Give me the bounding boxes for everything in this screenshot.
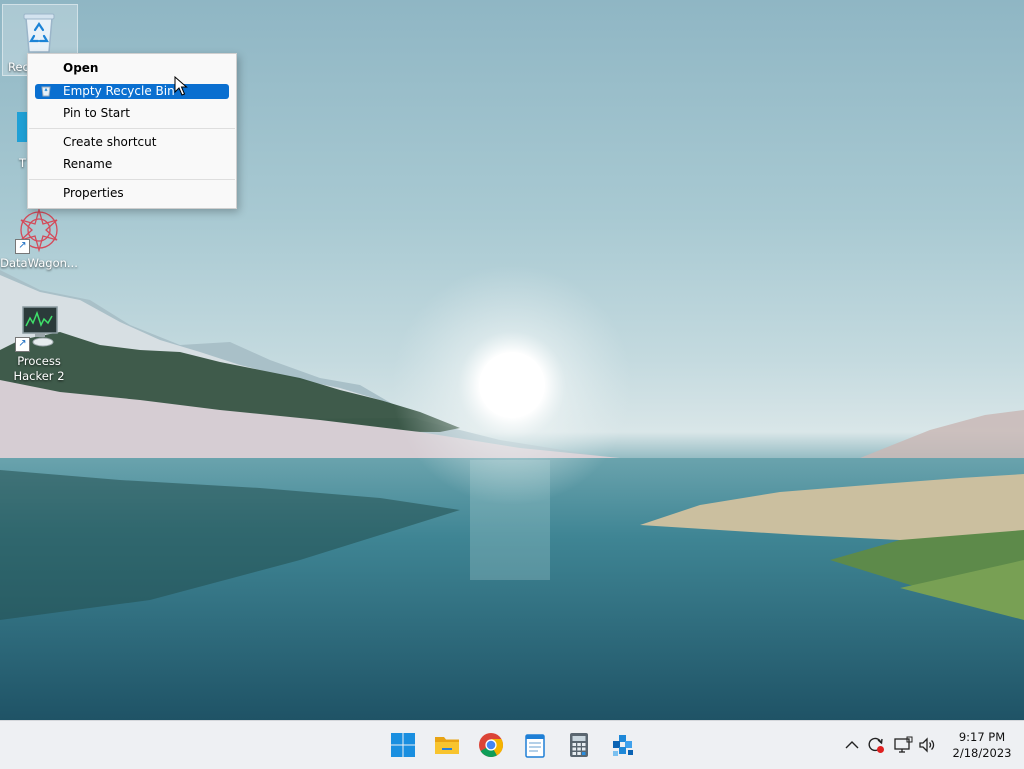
- menu-item-label: Rename: [63, 157, 113, 171]
- taskbar-file-explorer[interactable]: [433, 731, 461, 759]
- desktop-icon-datawagon[interactable]: ↗ DataWagon...: [0, 206, 78, 271]
- clock-time: 9:17 PM: [958, 730, 1006, 744]
- menu-item-rename[interactable]: Rename: [35, 157, 229, 172]
- file-explorer-icon: [435, 737, 459, 754]
- taskbar-calculator[interactable]: [565, 731, 593, 759]
- menu-item-label: Open: [63, 61, 99, 75]
- menu-item-label: Empty Recycle Bin: [63, 84, 175, 98]
- menu-item-open[interactable]: Open: [35, 61, 229, 76]
- chrome-icon: [479, 733, 503, 758]
- windows-start-icon: [391, 733, 415, 757]
- shortcut-arrow-icon: ↗: [15, 239, 30, 254]
- taskbar-clock[interactable]: 9:17 PM 2/18/2023: [944, 729, 1020, 761]
- desktop-icon-label: Process Hacker 2: [13, 354, 65, 383]
- menu-item-pin-to-start[interactable]: Pin to Start: [35, 106, 229, 121]
- taskbar-notepad[interactable]: [521, 731, 549, 759]
- taskbar-azure-data[interactable]: [609, 731, 637, 759]
- desktop-icon-label: Rec: [8, 60, 29, 74]
- shortcut-arrow-icon: ↗: [15, 337, 30, 352]
- desktop-icon-label: T: [19, 156, 27, 170]
- menu-item-properties[interactable]: Properties: [35, 186, 229, 201]
- start-button[interactable]: [389, 731, 417, 759]
- desktop-icon-recycle-bin[interactable]: Rec: [0, 4, 78, 76]
- volume-icon: [919, 737, 935, 753]
- recycle-bin-icon: [15, 8, 63, 56]
- clock-date: 2/18/2023: [952, 746, 1012, 760]
- network-icon: [894, 736, 913, 753]
- sync-alert-icon: [868, 737, 884, 753]
- chevron-up-icon: [845, 741, 859, 749]
- tray-volume[interactable]: [917, 735, 937, 755]
- azure-data-icon: [613, 735, 633, 756]
- process-hacker-icon: ↗: [15, 304, 63, 352]
- desktop-icon-process-hacker[interactable]: ↗ Process Hacker 2: [0, 304, 78, 384]
- tray-network[interactable]: [893, 735, 913, 755]
- menu-item-label: Properties: [63, 186, 124, 200]
- notepad-icon: [525, 734, 545, 758]
- context-menu: Open Empty Recycle Bin Pin to Start Crea…: [27, 53, 237, 209]
- menu-item-create-shortcut[interactable]: Create shortcut: [35, 135, 229, 150]
- menu-item-label: Pin to Start: [63, 106, 130, 120]
- show-hidden-icons-button[interactable]: [842, 735, 862, 755]
- datawagon-icon: ↗: [15, 206, 63, 254]
- menu-separator: [29, 179, 235, 180]
- taskbar: 9:17 PM 2/18/2023: [0, 720, 1024, 769]
- menu-item-label: Create shortcut: [63, 135, 157, 149]
- calculator-icon: [570, 733, 588, 757]
- desktop-icon-label: DataWagon...: [0, 256, 78, 270]
- menu-separator: [29, 128, 235, 129]
- menu-item-empty-recycle-bin[interactable]: Empty Recycle Bin: [35, 84, 229, 99]
- tray-update-status[interactable]: [866, 735, 886, 755]
- recycle-bin-icon: [40, 85, 52, 97]
- taskbar-chrome[interactable]: [477, 731, 505, 759]
- mouse-cursor-icon: [174, 76, 188, 96]
